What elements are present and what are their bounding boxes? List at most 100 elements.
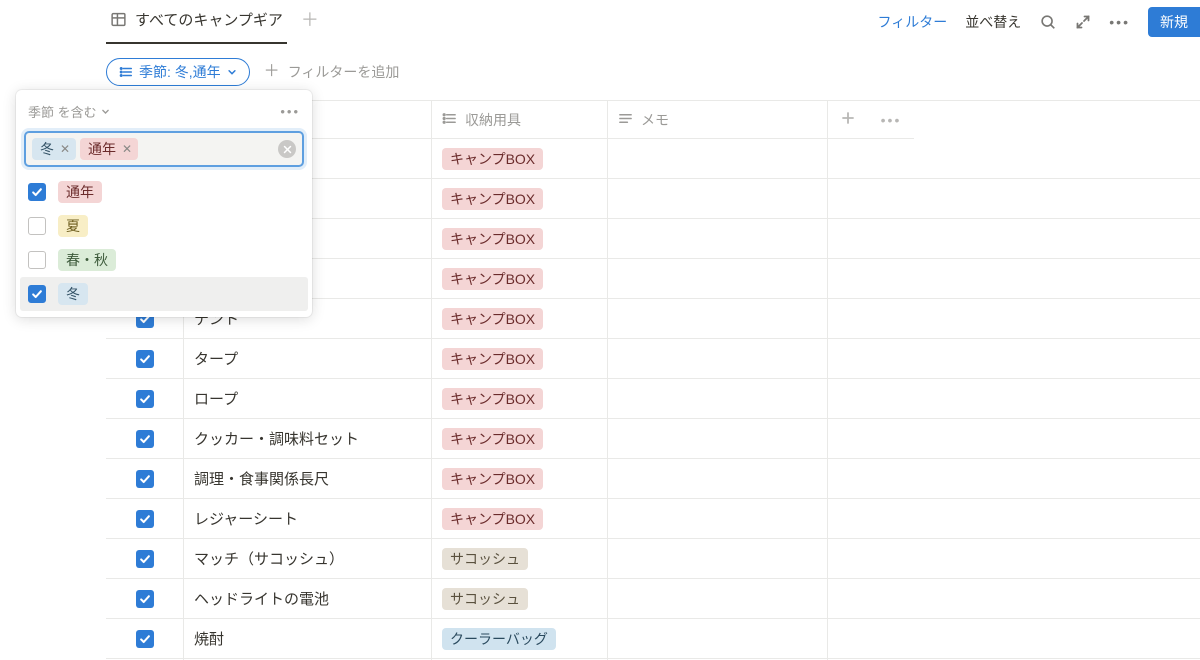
- row-memo-cell[interactable]: [608, 259, 828, 299]
- row-memo-cell[interactable]: [608, 219, 828, 259]
- row-storage-cell[interactable]: クーラーバッグ: [432, 619, 608, 659]
- row-name-cell[interactable]: 焼酎: [184, 619, 432, 659]
- option-tag: 冬: [58, 283, 88, 305]
- checkbox-checked-icon[interactable]: [136, 590, 154, 608]
- column-header-storage[interactable]: 収納用具: [465, 110, 521, 130]
- filter-option[interactable]: 冬: [20, 277, 308, 311]
- expand-icon[interactable]: [1075, 14, 1091, 30]
- storage-tag: キャンプBOX: [442, 468, 543, 490]
- filter-pill-season[interactable]: 季節: 冬,通年: [106, 58, 250, 86]
- option-checkbox[interactable]: [28, 183, 46, 201]
- row-checkbox-cell[interactable]: [106, 539, 184, 579]
- option-checkbox[interactable]: [28, 251, 46, 269]
- row-memo-cell[interactable]: [608, 139, 828, 179]
- filter-option[interactable]: 通年: [16, 175, 312, 209]
- filter-option[interactable]: 春・秋: [16, 243, 312, 277]
- table-row[interactable]: マッチ（サコッシュ）サコッシュ: [106, 539, 1200, 579]
- option-checkbox[interactable]: [28, 217, 46, 235]
- option-checkbox[interactable]: [28, 285, 46, 303]
- row-memo-cell[interactable]: [608, 379, 828, 419]
- clear-chips-button[interactable]: [278, 140, 296, 158]
- filter-button[interactable]: フィルター: [878, 12, 948, 32]
- row-memo-cell[interactable]: [608, 179, 828, 219]
- row-storage-cell[interactable]: キャンプBOX: [432, 179, 608, 219]
- text-icon: [618, 111, 633, 129]
- add-filter-label: フィルターを追加: [288, 62, 400, 82]
- row-memo-cell[interactable]: [608, 299, 828, 339]
- new-button[interactable]: 新規: [1148, 7, 1200, 37]
- checkbox-checked-icon[interactable]: [136, 390, 154, 408]
- row-storage-cell[interactable]: キャンプBOX: [432, 139, 608, 179]
- checkbox-checked-icon[interactable]: [136, 510, 154, 528]
- table-row[interactable]: 焼酎クーラーバッグ: [106, 619, 1200, 659]
- row-checkbox-cell[interactable]: [106, 379, 184, 419]
- chip-remove-icon[interactable]: ✕: [60, 143, 70, 155]
- checkbox-checked-icon[interactable]: [136, 470, 154, 488]
- filter-chip[interactable]: 通年✕: [80, 138, 138, 160]
- search-icon[interactable]: [1039, 13, 1057, 31]
- row-memo-cell[interactable]: [608, 619, 828, 659]
- row-storage-cell[interactable]: キャンプBOX: [432, 499, 608, 539]
- table-row[interactable]: 調理・食事関係長尺キャンプBOX: [106, 459, 1200, 499]
- row-checkbox-cell[interactable]: [106, 459, 184, 499]
- row-storage-cell[interactable]: キャンプBOX: [432, 299, 608, 339]
- row-name-cell[interactable]: タープ: [184, 339, 432, 379]
- column-header-memo[interactable]: メモ: [641, 110, 669, 130]
- row-storage-cell[interactable]: キャンプBOX: [432, 219, 608, 259]
- storage-tag: キャンプBOX: [442, 348, 543, 370]
- row-checkbox-cell[interactable]: [106, 579, 184, 619]
- checkbox-checked-icon[interactable]: [136, 430, 154, 448]
- checkbox-checked-icon[interactable]: [136, 550, 154, 568]
- table-row[interactable]: タープキャンプBOX: [106, 339, 1200, 379]
- filter-chip-input[interactable]: 冬✕ 通年✕: [24, 131, 304, 167]
- column-more-icon[interactable]: •••: [881, 112, 902, 128]
- checkbox-checked-icon[interactable]: [136, 630, 154, 648]
- row-name-cell[interactable]: クッカー・調味料セット: [184, 419, 432, 459]
- more-menu-icon[interactable]: •••: [1109, 14, 1130, 30]
- filter-option[interactable]: 夏: [16, 209, 312, 243]
- row-storage-cell[interactable]: サコッシュ: [432, 579, 608, 619]
- row-storage-cell[interactable]: キャンプBOX: [432, 419, 608, 459]
- row-storage-cell[interactable]: サコッシュ: [432, 539, 608, 579]
- checkbox-checked-icon[interactable]: [136, 350, 154, 368]
- view-tab-active[interactable]: すべてのキャンプギア: [106, 0, 287, 44]
- option-tag: 春・秋: [58, 249, 116, 271]
- row-name-cell[interactable]: レジャーシート: [184, 499, 432, 539]
- row-memo-cell[interactable]: [608, 579, 828, 619]
- row-name-cell[interactable]: ヘッドライトの電池: [184, 579, 432, 619]
- row-memo-cell[interactable]: [608, 459, 828, 499]
- row-memo-cell[interactable]: [608, 499, 828, 539]
- filter-chip[interactable]: 冬✕: [32, 138, 76, 160]
- chip-remove-icon[interactable]: ✕: [122, 143, 132, 155]
- filter-popover-more-icon[interactable]: •••: [280, 104, 300, 119]
- table-row[interactable]: ヘッドライトの電池サコッシュ: [106, 579, 1200, 619]
- view-tab-label: すべてのキャンプギア: [135, 9, 283, 30]
- row-storage-cell[interactable]: キャンプBOX: [432, 459, 608, 499]
- table-icon: [110, 11, 127, 28]
- sort-button[interactable]: 並べ替え: [965, 12, 1021, 32]
- filter-popover-title[interactable]: 季節 を含む: [28, 102, 97, 121]
- add-column-icon[interactable]: [840, 110, 856, 129]
- row-storage-cell[interactable]: キャンプBOX: [432, 259, 608, 299]
- row-checkbox-cell[interactable]: [106, 419, 184, 459]
- storage-tag: クーラーバッグ: [442, 628, 556, 650]
- row-name-cell[interactable]: ロープ: [184, 379, 432, 419]
- row-storage-cell[interactable]: キャンプBOX: [432, 339, 608, 379]
- row-name-cell[interactable]: マッチ（サコッシュ）: [184, 539, 432, 579]
- add-view-button[interactable]: ＋: [301, 11, 319, 33]
- row-memo-cell[interactable]: [608, 539, 828, 579]
- add-filter-button[interactable]: ＋ フィルターを追加: [264, 62, 400, 82]
- row-checkbox-cell[interactable]: [106, 499, 184, 539]
- row-name-text: ロープ: [194, 388, 238, 409]
- plus-icon: ＋: [264, 64, 280, 80]
- row-storage-cell[interactable]: キャンプBOX: [432, 379, 608, 419]
- row-checkbox-cell[interactable]: [106, 339, 184, 379]
- table-row[interactable]: レジャーシートキャンプBOX: [106, 499, 1200, 539]
- row-name-cell[interactable]: 調理・食事関係長尺: [184, 459, 432, 499]
- table-row[interactable]: クッカー・調味料セットキャンプBOX: [106, 419, 1200, 459]
- filter-pill-label: 季節: 冬,通年: [139, 62, 221, 82]
- row-memo-cell[interactable]: [608, 419, 828, 459]
- row-checkbox-cell[interactable]: [106, 619, 184, 659]
- row-memo-cell[interactable]: [608, 339, 828, 379]
- table-row[interactable]: ロープ キャンプBOX: [106, 379, 1200, 419]
